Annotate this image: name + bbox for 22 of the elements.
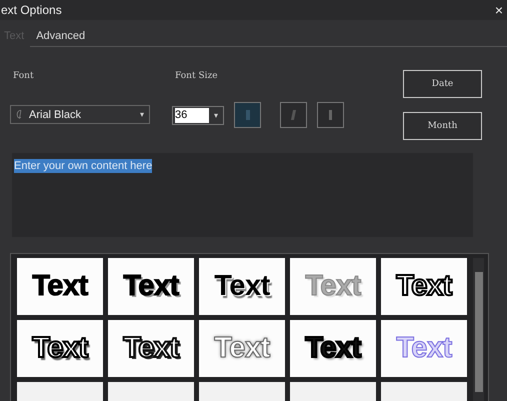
text-style-preset[interactable]: Text <box>17 258 103 315</box>
window-title: ext Options <box>1 3 62 17</box>
text-style-preset[interactable]: Text <box>108 320 194 377</box>
option-button[interactable]: Date <box>403 70 482 98</box>
text-style-preset[interactable]: Text <box>108 258 194 315</box>
italic-button[interactable] <box>280 102 307 128</box>
tab[interactable]: Advanced <box>30 26 92 47</box>
underline-button[interactable] <box>317 102 344 128</box>
close-button[interactable]: × <box>490 2 507 18</box>
option-button[interactable]: Month <box>403 112 482 140</box>
font-dropdown[interactable]: Arial Black ▾ <box>10 105 150 124</box>
text-style-preset[interactable]: Text <box>290 320 376 377</box>
text-style-preset[interactable]: Text <box>199 258 285 315</box>
bold-button[interactable] <box>234 102 261 128</box>
text-style-preset[interactable]: Text <box>381 258 467 315</box>
font-icon <box>16 109 23 120</box>
font-size-label: Font Size <box>175 71 219 83</box>
text-style-preset[interactable]: Text <box>199 320 285 377</box>
font-size-field[interactable]: 36 ▾ <box>172 106 224 124</box>
font-label: Font <box>13 71 35 83</box>
text-style-preset[interactable]: Text <box>17 320 103 377</box>
scrollbar[interactable] <box>473 258 484 401</box>
